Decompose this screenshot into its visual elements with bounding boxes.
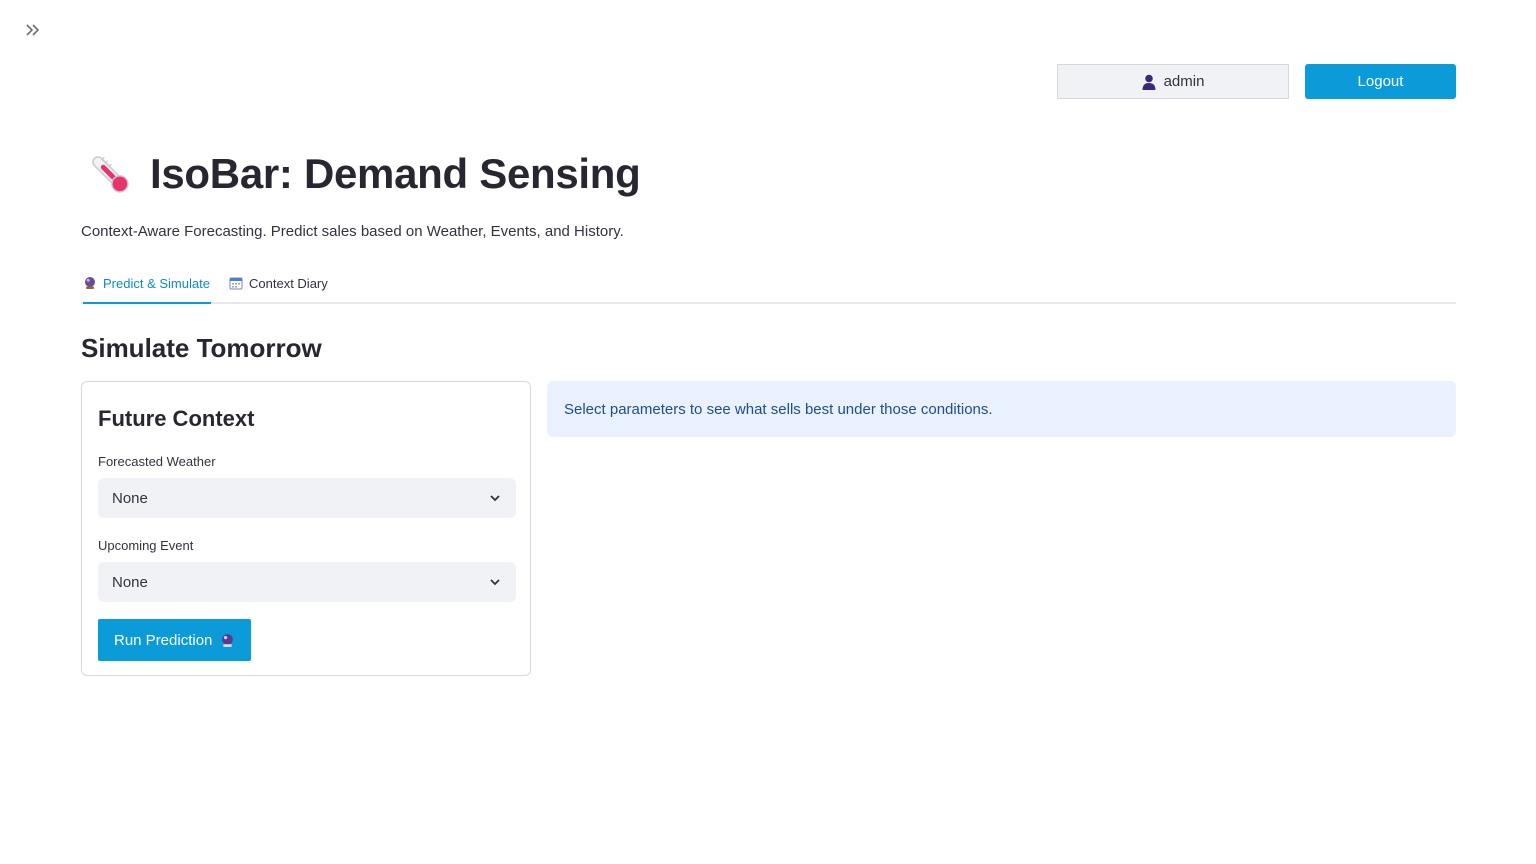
event-label: Upcoming Event xyxy=(98,538,194,553)
info-message: Select parameters to see what sells best… xyxy=(564,400,993,418)
chevron-down-icon xyxy=(490,495,500,502)
info-alert: Select parameters to see what sells best… xyxy=(547,381,1456,437)
calendar-icon xyxy=(229,277,243,290)
user-badge: admin xyxy=(1057,64,1289,99)
thermometer-icon xyxy=(92,156,129,193)
run-prediction-button[interactable]: Run Prediction xyxy=(98,619,252,661)
crystal-ball-icon xyxy=(222,633,234,647)
double-chevron-right-icon xyxy=(26,24,40,36)
tab-label: Context Diary xyxy=(249,275,328,291)
form-title: Future Context xyxy=(98,406,255,431)
app-page: admin Logout IsoBar: Demand Sensing Cont… xyxy=(0,0,1536,864)
title-row: IsoBar: Demand Sensing xyxy=(86,150,641,198)
run-prediction-label: Run Prediction xyxy=(114,631,213,649)
event-select-value: None xyxy=(112,573,148,591)
future-context-form: Future Context Forecasted Weather None U… xyxy=(81,381,531,676)
username-label: admin xyxy=(1163,73,1205,90)
tab-bar: Predict & Simulate Context Diary xyxy=(81,264,1456,304)
crystal-ball-icon xyxy=(85,277,95,289)
page-subtitle: Context-Aware Forecasting. Predict sales… xyxy=(81,223,624,240)
tab-label: Predict & Simulate xyxy=(103,275,210,291)
chevron-down-icon xyxy=(490,579,500,586)
weather-select-value: None xyxy=(112,489,148,507)
user-icon xyxy=(1142,74,1156,90)
weather-label: Forecasted Weather xyxy=(98,454,216,469)
event-select[interactable]: None xyxy=(98,562,516,602)
tab-context-diary[interactable]: Context Diary xyxy=(229,264,339,302)
weather-select[interactable]: None xyxy=(98,478,516,518)
logout-button[interactable]: Logout xyxy=(1305,64,1456,99)
tab-predict-simulate[interactable]: Predict & Simulate xyxy=(83,264,211,304)
expand-sidebar-icon[interactable] xyxy=(22,20,44,40)
page-title: IsoBar: Demand Sensing xyxy=(150,150,641,197)
section-title: Simulate Tomorrow xyxy=(81,333,322,363)
